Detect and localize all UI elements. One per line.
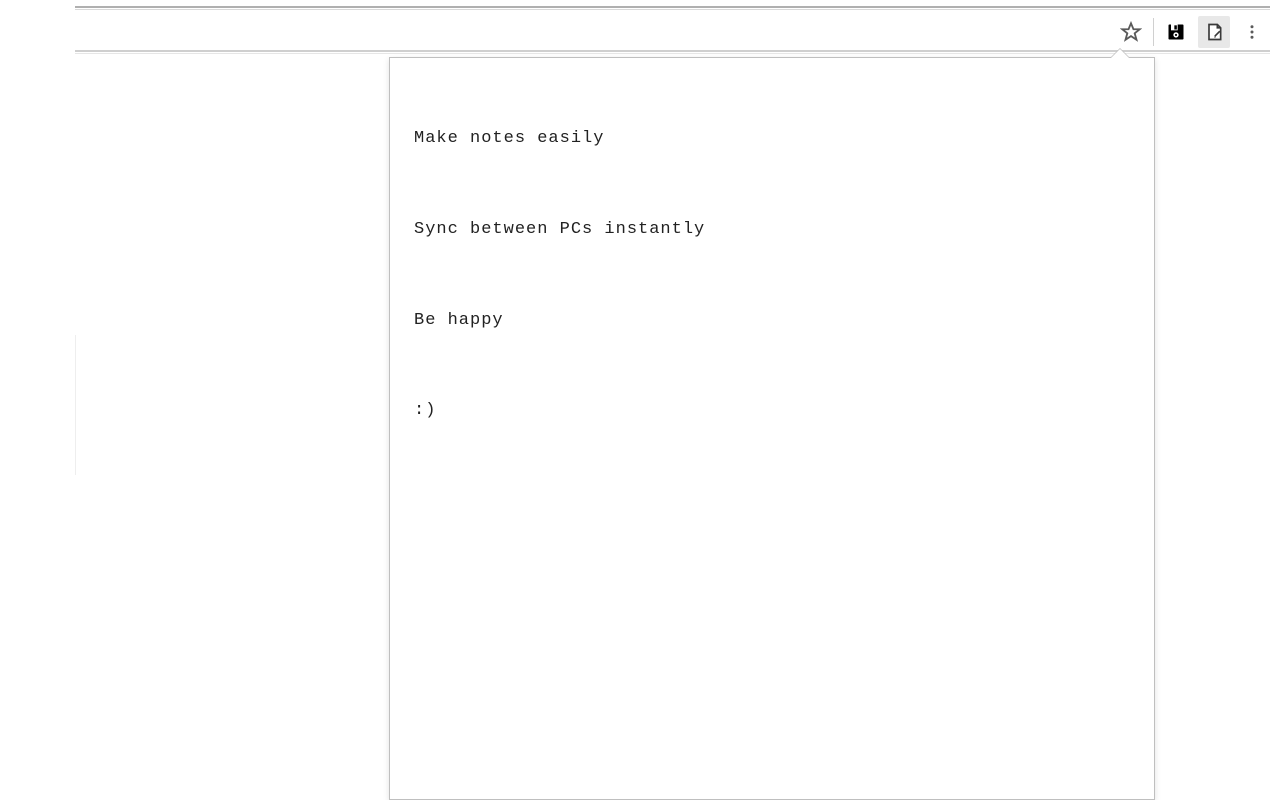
note-line: Make notes easily xyxy=(414,128,1130,151)
toolbar-top-border xyxy=(75,6,1270,8)
toolbar-separator xyxy=(1153,18,1154,46)
vertical-dots-icon[interactable] xyxy=(1240,20,1264,44)
note-textarea[interactable]: Make notes easily Sync between PCs insta… xyxy=(390,58,1154,799)
toolbar-top-border-light xyxy=(75,9,1270,10)
note-line: Be happy xyxy=(414,310,1130,333)
popup-arrow xyxy=(1110,48,1130,58)
toolbar-bottom-border xyxy=(75,50,1270,52)
toolbar-bottom-border-light xyxy=(75,53,1270,54)
page-left-edge-hint xyxy=(75,335,76,475)
note-line: :) xyxy=(414,400,1130,423)
bookmark-star-icon[interactable] xyxy=(1119,20,1143,44)
toolbar-icon-group xyxy=(1119,14,1270,50)
note-line: Sync between PCs instantly xyxy=(414,219,1130,242)
notes-popup: Make notes easily Sync between PCs insta… xyxy=(389,57,1155,800)
browser-toolbar xyxy=(75,14,1270,50)
note-page-icon[interactable] xyxy=(1198,16,1230,48)
save-disk-icon[interactable] xyxy=(1164,20,1188,44)
